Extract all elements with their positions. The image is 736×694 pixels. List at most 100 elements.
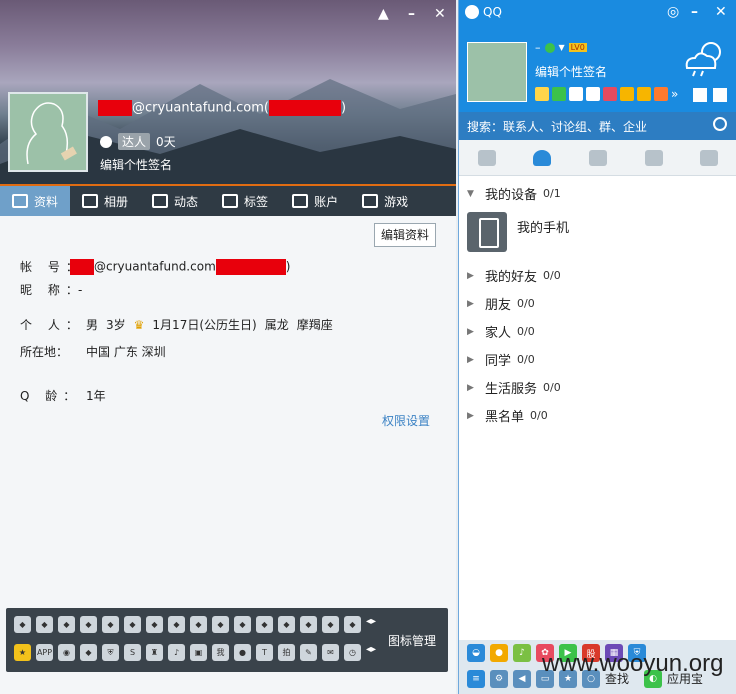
tab-groups[interactable] — [626, 140, 682, 175]
mail-badge-icon[interactable]: ◆ — [344, 616, 361, 633]
message-box-icon[interactable] — [713, 88, 727, 102]
qq-avatar[interactable] — [467, 42, 527, 102]
minimize-button[interactable]: – — [691, 4, 698, 20]
robot-icon[interactable] — [100, 135, 112, 148]
tab-favorites[interactable] — [570, 140, 626, 175]
group-my-devices[interactable]: ▼ 我的设备 0/1 — [467, 184, 561, 203]
cart-icon[interactable] — [620, 87, 634, 101]
wallet-icon[interactable] — [637, 87, 651, 101]
spade-badge-icon[interactable]: ◆ — [14, 616, 31, 633]
note-icon[interactable]: ✎ — [300, 644, 317, 661]
diamond-badge-icon[interactable]: ◆ — [124, 616, 141, 633]
skin-settings-icon[interactable] — [693, 88, 707, 102]
mail-icon[interactable]: ✉ — [322, 644, 339, 661]
camera-icon[interactable]: ◉ — [58, 644, 75, 661]
shield-icon[interactable]: ⛨ — [628, 644, 646, 662]
skin-icon[interactable]: ▲ — [378, 6, 389, 22]
online-status-icon[interactable] — [544, 42, 555, 53]
skin-icon[interactable]: ◎ — [667, 4, 679, 20]
group-my-friends[interactable]: ▶ 我的好友 0/0 — [467, 266, 561, 285]
diamond-badge-icon[interactable]: ◆ — [58, 616, 75, 633]
find-button[interactable]: 查找 — [605, 670, 629, 688]
calendar-icon[interactable]: ▦ — [605, 644, 623, 662]
diamond-badge-icon[interactable]: ◆ — [190, 616, 207, 633]
play-icon[interactable]: ▶ — [559, 644, 577, 662]
mail-icon[interactable] — [569, 87, 583, 101]
tab-info[interactable]: 资料 — [0, 186, 71, 216]
talent-badge[interactable]: 达人 — [118, 133, 151, 150]
more-icon[interactable]: » — [671, 87, 678, 101]
t-icon[interactable]: T — [256, 644, 273, 661]
folder-icon[interactable]: ▭ — [536, 670, 554, 688]
diamond-badge-icon[interactable]: ◆ — [102, 616, 119, 633]
music-icon[interactable]: ♪ — [168, 644, 185, 661]
diamond-badge-icon[interactable]: ◆ — [36, 616, 53, 633]
flower-icon[interactable]: ✿ — [536, 644, 554, 662]
penguin-icon[interactable]: ● — [234, 644, 251, 661]
diamond-badge-icon[interactable]: ◆ — [212, 616, 229, 633]
qzone-icon[interactable]: ◒ — [467, 644, 485, 662]
gear-icon[interactable]: ⚙ — [490, 670, 508, 688]
contact-search-input[interactable]: 搜索：联系人、讨论组、群、企业 — [459, 112, 736, 140]
castle-icon[interactable]: ♜ — [146, 644, 163, 661]
edit-profile-button[interactable]: 编辑资料 — [373, 223, 436, 247]
diamond-badge-icon[interactable]: ◆ — [300, 616, 317, 633]
film-icon[interactable]: ▣ — [190, 644, 207, 661]
app-icon[interactable]: APP — [36, 644, 53, 661]
tab-games[interactable]: 游戏 — [350, 186, 420, 216]
close-button[interactable]: ✕ — [715, 4, 727, 20]
star-icon[interactable] — [535, 87, 549, 101]
search-icon[interactable]: ○ — [582, 670, 600, 688]
minimize-button[interactable]: – — [408, 6, 415, 22]
clock-icon[interactable]: ◷ — [344, 644, 361, 661]
favorites-icon[interactable]: ★ — [559, 670, 577, 688]
tab-tags[interactable]: 标签 — [210, 186, 280, 216]
tab-account[interactable]: 账户 — [280, 186, 350, 216]
stock-icon[interactable]: 股 — [582, 644, 600, 662]
diamond-badge-icon[interactable]: ◆ — [146, 616, 163, 633]
group-blacklist[interactable]: ▶ 黑名单 0/0 — [467, 406, 548, 425]
heart-badge-icon[interactable]: ◆ — [322, 616, 339, 633]
tab-contacts[interactable] — [515, 140, 571, 175]
photo-icon[interactable]: 拍 — [278, 644, 295, 661]
app-store-icon[interactable]: ◐ — [644, 670, 663, 688]
group-family[interactable]: ▶ 家人 0/0 — [467, 322, 535, 341]
star-icon[interactable]: ★ — [14, 644, 31, 661]
volume-icon[interactable]: ◀ — [513, 670, 531, 688]
diamond-badge-icon[interactable]: ◆ — [168, 616, 185, 633]
weather-icon[interactable] — [681, 38, 727, 78]
signature-edit[interactable]: 编辑个性签名 — [100, 156, 172, 173]
game-icon[interactable] — [654, 87, 668, 101]
penguin-badge-icon[interactable]: ◆ — [80, 616, 97, 633]
tab-conversations[interactable] — [459, 140, 515, 175]
group-life-services[interactable]: ▶ 生活服务 0/0 — [467, 378, 561, 397]
qq-signature-edit[interactable]: 编辑个性签名 — [535, 63, 607, 80]
avatar[interactable] — [8, 92, 88, 172]
scroll-arrows-icon[interactable]: ◂▸ — [366, 644, 376, 661]
icon-manager-link[interactable]: 图标管理 — [388, 632, 436, 649]
scroll-arrows-icon[interactable]: ◂▸ — [366, 616, 376, 633]
tab-phone[interactable] — [681, 140, 736, 175]
me-icon[interactable]: 我 — [212, 644, 229, 661]
penguin-icon[interactable]: ● — [490, 644, 508, 662]
chevron-down-icon[interactable]: ▼ — [559, 43, 565, 52]
group-friends[interactable]: ▶ 朋友 0/0 — [467, 294, 535, 313]
music-icon[interactable]: ♪ — [513, 644, 531, 662]
tab-feed[interactable]: 动态 — [140, 186, 210, 216]
tab-album[interactable]: 相册 — [70, 186, 140, 216]
close-button[interactable]: ✕ — [434, 6, 446, 22]
app-store-button[interactable]: 应用宝 — [667, 670, 703, 688]
app-icon[interactable] — [603, 87, 617, 101]
group-classmates[interactable]: ▶ 同学 0/0 — [467, 350, 535, 369]
diamond-icon[interactable]: ◆ — [80, 644, 97, 661]
level-badge[interactable]: LV0 — [568, 43, 587, 52]
s-icon[interactable]: S — [124, 644, 141, 661]
circle-icon[interactable] — [552, 87, 566, 101]
main-menu-icon[interactable]: ≡ — [467, 670, 485, 688]
permission-settings-link[interactable]: 权限设置 — [382, 412, 430, 429]
diamond-badge-icon[interactable]: ◆ — [234, 616, 251, 633]
shield-icon[interactable]: ⛨ — [102, 644, 119, 661]
device-my-phone[interactable]: 我的手机 — [467, 212, 569, 252]
search-icon[interactable] — [713, 117, 727, 131]
diamond-badge-icon[interactable]: ◆ — [278, 616, 295, 633]
